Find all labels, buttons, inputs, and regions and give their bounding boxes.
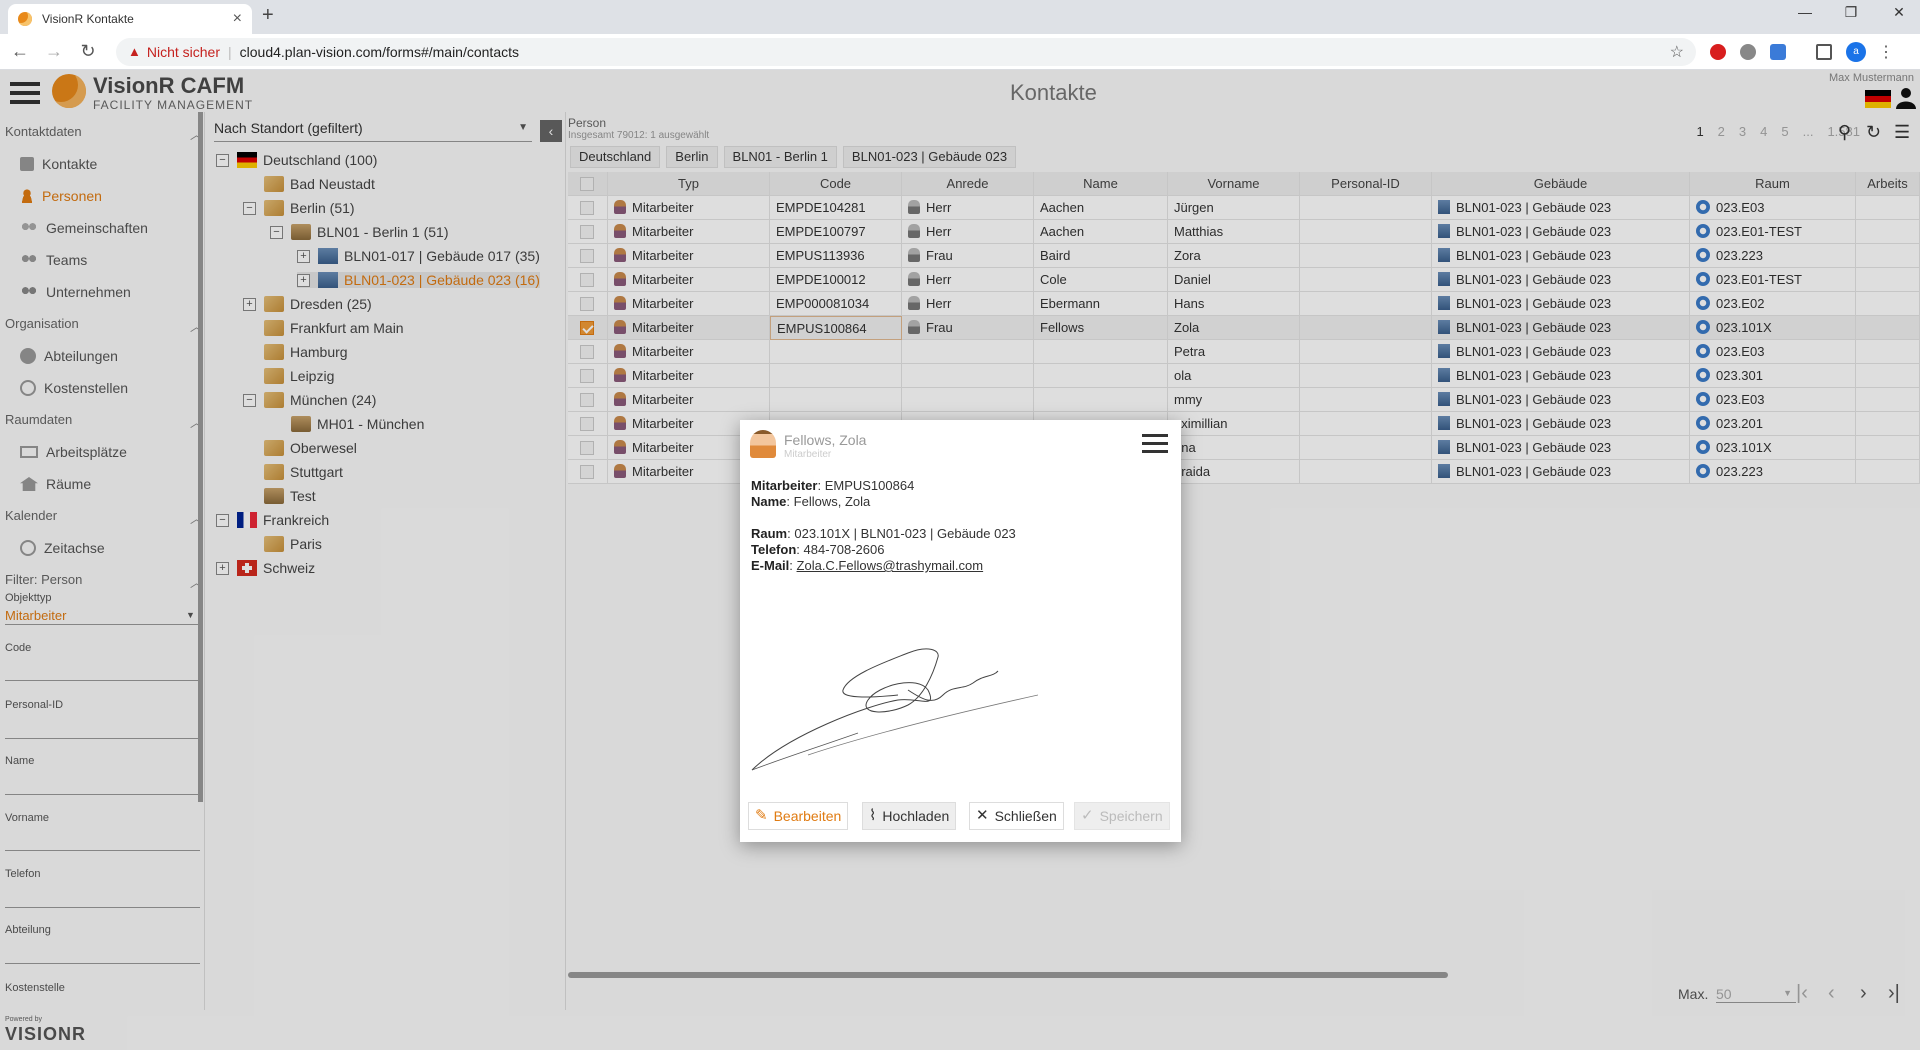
- detail-key: Telefon: [751, 542, 797, 557]
- detail-name: Name: Fellows, Zola: [751, 494, 871, 509]
- address-bar: ← → ↻ ▲ Nicht sicher | cloud4.plan-visio…: [0, 34, 1920, 70]
- back-icon[interactable]: ←: [6, 41, 34, 62]
- visionr-favicon-icon: [18, 12, 32, 26]
- save-button[interactable]: ✓ Speichern: [1074, 802, 1170, 830]
- url-text: cloud4.plan-vision.com/forms#/main/conta…: [239, 43, 519, 60]
- warning-icon: ▲: [128, 44, 141, 59]
- checkmark-icon: ✓: [1081, 807, 1094, 824]
- profile-avatar[interactable]: a: [1846, 41, 1866, 62]
- detail-key: Raum: [751, 526, 788, 541]
- pencil-icon: ✎: [755, 807, 768, 824]
- detail-key: E-Mail: [751, 558, 790, 573]
- person-avatar: [750, 430, 776, 458]
- dialog-subtitle: Mitarbeiter: [784, 449, 832, 460]
- browser-tabbar: VisionR Kontakte × + — ❐ ✕: [0, 0, 1920, 34]
- detail-email: E-Mail: Zola.C.Fellows@trashymail.com: [751, 558, 984, 573]
- adblock-extension-icon[interactable]: [1710, 43, 1726, 60]
- translate-extension-icon[interactable]: [1770, 43, 1786, 60]
- email-link[interactable]: Zola.C.Fellows@trashymail.com: [797, 558, 984, 573]
- save-button-label: Speichern: [1099, 808, 1163, 824]
- paperclip-icon: ⌇: [869, 807, 877, 824]
- dialog-title: Fellows, Zola: [784, 432, 867, 448]
- new-tab-button[interactable]: +: [262, 4, 274, 27]
- detail-key: Name: [751, 494, 787, 509]
- window-close-icon[interactable]: ✕: [1884, 4, 1914, 21]
- detail-value: Fellows, Zola: [793, 494, 871, 509]
- detail-value: 484-708-2606: [803, 542, 885, 557]
- close-button-label: Schließen: [994, 808, 1057, 824]
- tab-title: VisionR Kontakte: [42, 12, 134, 26]
- detail-value: EMPUS100864: [824, 478, 915, 493]
- upload-button[interactable]: ⌇ Hochladen: [862, 802, 957, 830]
- close-icon: ✕: [976, 807, 989, 824]
- cast-icon[interactable]: [1816, 43, 1832, 60]
- detail-room: Raum: 023.101X | BLN01-023 | Gebäude 023: [751, 526, 1016, 541]
- security-label: Nicht sicher: [146, 43, 221, 60]
- url-separator: |: [228, 43, 232, 60]
- close-tab-icon[interactable]: ×: [233, 10, 242, 28]
- detail-employee: Mitarbeiter: EMPUS100864: [751, 478, 915, 493]
- close-button[interactable]: ✕ Schließen: [969, 802, 1064, 830]
- url-field[interactable]: ▲ Nicht sicher | cloud4.plan-vision.com/…: [116, 37, 1696, 66]
- modal-overlay[interactable]: Fellows, Zola Mitarbeiter Mitarbeiter: E…: [0, 70, 1920, 1050]
- detail-value: 023.101X | BLN01-023 | Gebäude 023: [794, 526, 1016, 541]
- browser-menu-icon[interactable]: ⋮: [1878, 42, 1894, 62]
- restore-icon[interactable]: ❐: [1836, 4, 1866, 21]
- dialog-menu-icon[interactable]: [1142, 434, 1168, 458]
- detail-key: Mitarbeiter: [751, 478, 818, 493]
- detail-phone: Telefon: 484-708-2606: [751, 542, 885, 557]
- forward-icon[interactable]: →: [40, 41, 68, 62]
- minimize-icon[interactable]: —: [1790, 4, 1820, 20]
- reload-icon[interactable]: ↻: [74, 41, 102, 62]
- bookmark-star-icon[interactable]: ☆: [1670, 42, 1684, 62]
- edit-button[interactable]: ✎ Bearbeiten: [748, 802, 849, 830]
- signature-image: [751, 648, 1038, 771]
- extension-icon[interactable]: [1740, 43, 1756, 60]
- upload-button-label: Hochladen: [882, 808, 950, 824]
- edit-button-label: Bearbeiten: [773, 808, 842, 824]
- browser-tab[interactable]: VisionR Kontakte ×: [8, 4, 252, 34]
- contact-detail-dialog: Fellows, Zola Mitarbeiter Mitarbeiter: E…: [740, 420, 1181, 842]
